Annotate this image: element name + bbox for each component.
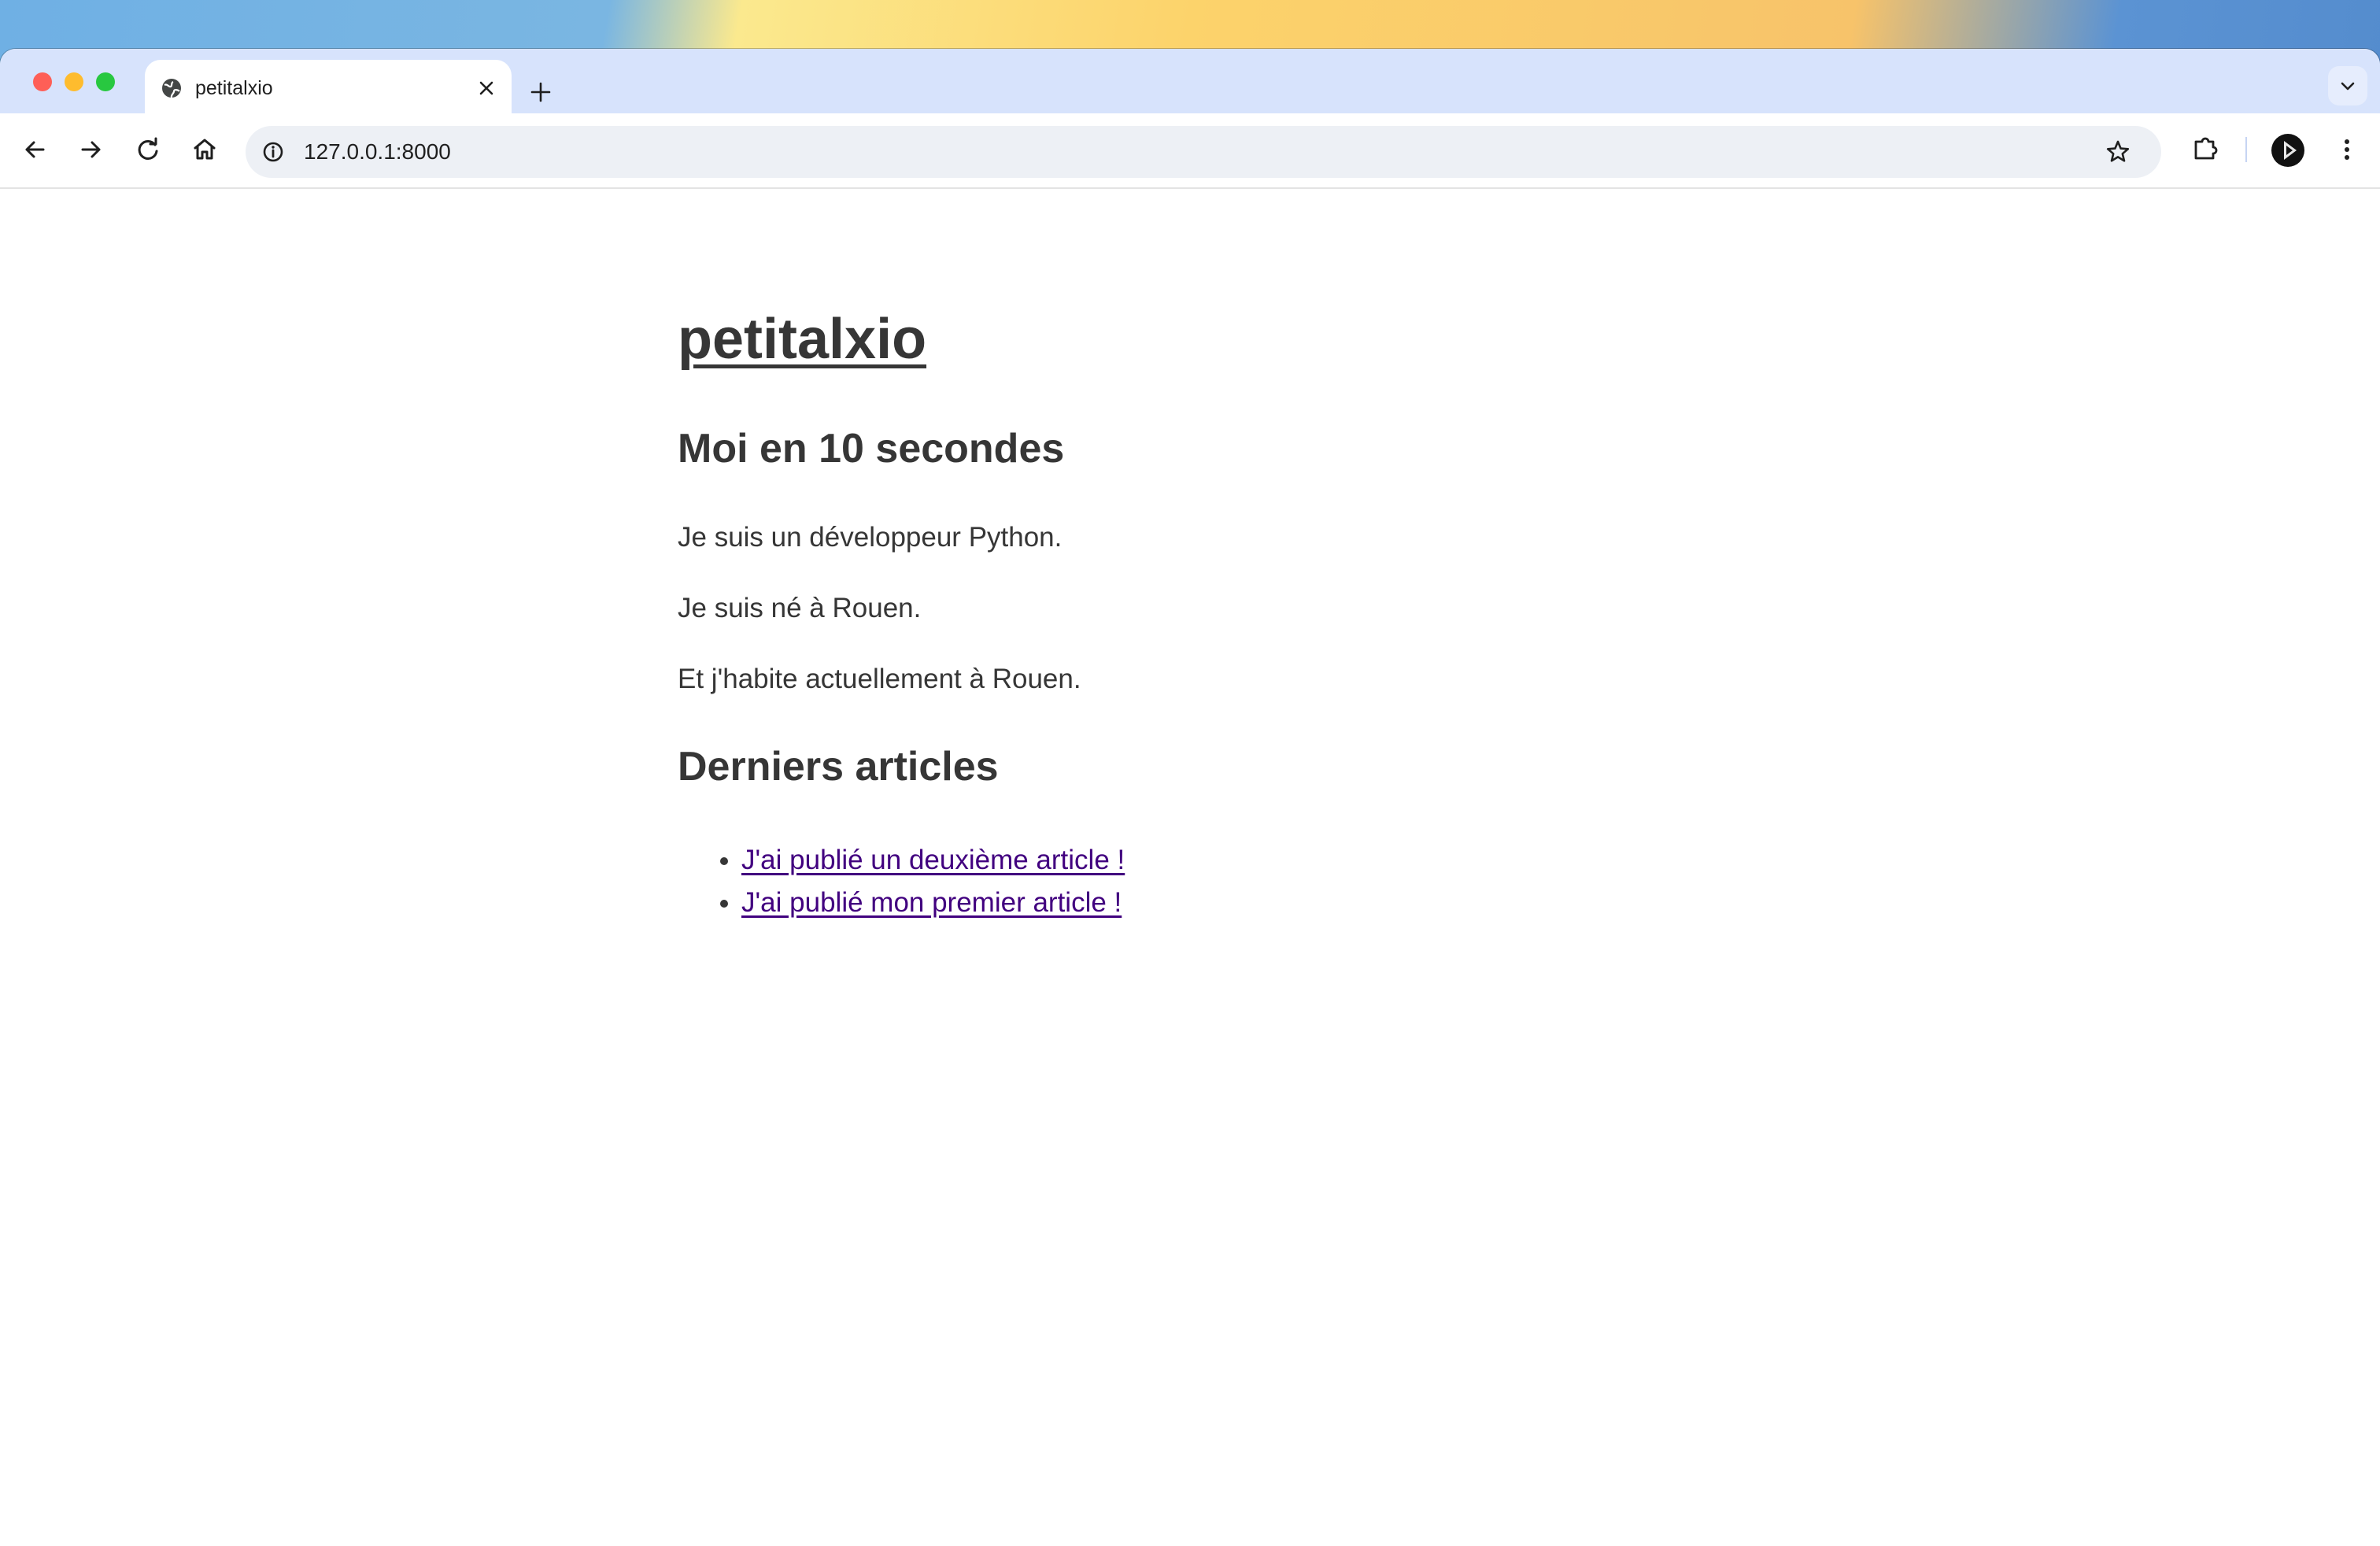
page-content: petitalxio Moi en 10 secondes Je suis un…: [0, 189, 2380, 1546]
home-icon[interactable]: [189, 134, 220, 165]
about-paragraph: Je suis né à Rouen.: [678, 593, 922, 623]
article-link[interactable]: J'ai publié un deuxième article !: [741, 845, 1125, 875]
about-paragraph: Et j'habite actuellement à Rouen.: [678, 664, 1081, 694]
arrow-left-icon[interactable]: [19, 134, 50, 165]
star-icon[interactable]: [2105, 139, 2131, 165]
url-text[interactable]: 127.0.0.1:8000: [304, 137, 451, 167]
tab-petitalxio[interactable]: petitalxio: [145, 60, 512, 113]
tab-title: petitalxio: [195, 77, 273, 99]
maximize-window-button[interactable]: [96, 72, 115, 91]
profile-avatar[interactable]: [2271, 134, 2304, 167]
new-tab-icon[interactable]: [529, 80, 552, 104]
about-heading: Moi en 10 secondes: [678, 426, 1065, 472]
site-title: petitalxio: [678, 304, 926, 375]
browser-window: petitalxio 127.0.0.1:8000 petitalxio Moi…: [0, 49, 2380, 1546]
address-bar[interactable]: 127.0.0.1:8000: [246, 126, 2161, 178]
tab-strip: petitalxio: [0, 49, 2380, 113]
browser-toolbar: 127.0.0.1:8000: [0, 113, 2380, 189]
article-link[interactable]: J'ai publié mon premier article !: [741, 887, 1122, 918]
articles-heading: Derniers articles: [678, 744, 999, 790]
info-icon[interactable]: [261, 140, 285, 164]
tab-search-button[interactable]: [2328, 66, 2367, 105]
about-paragraph: Je suis un développeur Python.: [678, 522, 1062, 553]
articles-list: J'ai publié un deuxième article ! J'ai p…: [678, 839, 1125, 924]
chevron-down-icon: [2341, 82, 2355, 91]
puzzle-icon[interactable]: [2190, 132, 2221, 164]
close-tab-icon[interactable]: [475, 77, 497, 99]
close-window-button[interactable]: [33, 72, 52, 91]
minimize-window-button[interactable]: [65, 72, 83, 91]
list-item: J'ai publié un deuxième article !: [741, 839, 1125, 882]
arrow-right-icon[interactable]: [76, 134, 107, 165]
reload-icon[interactable]: [132, 134, 164, 165]
site-title-link[interactable]: petitalxio: [678, 308, 926, 371]
kebab-menu-icon[interactable]: [2333, 134, 2361, 165]
toolbar-separator: [2245, 137, 2247, 162]
list-item: J'ai publié mon premier article !: [741, 882, 1125, 924]
avatar-image: [2284, 141, 2297, 160]
globe-icon: [162, 79, 181, 98]
